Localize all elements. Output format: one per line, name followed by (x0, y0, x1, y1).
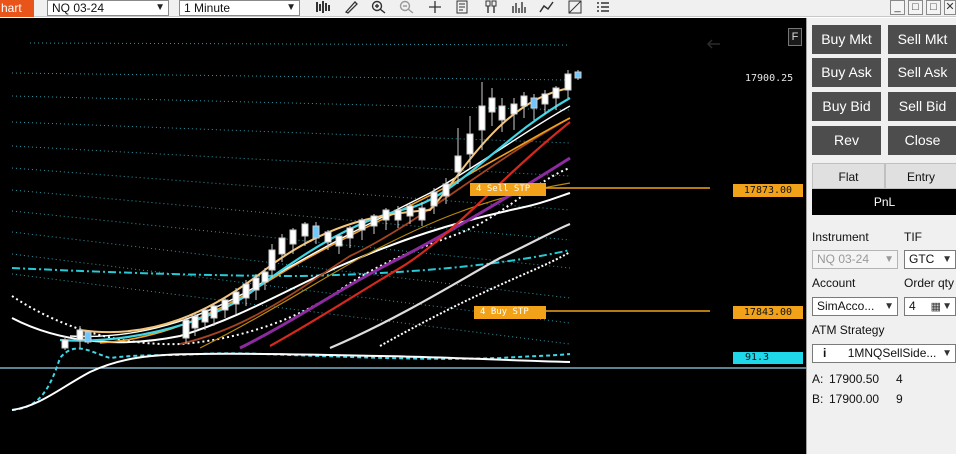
indicators-icon[interactable] (509, 0, 529, 16)
position-entry: Entry (885, 163, 956, 189)
ask-label: A: (812, 372, 824, 386)
price-chart[interactable]: F 17900.25 4 Sell STP 17873.00 4 Buy STP… (0, 18, 806, 454)
chevron-down-icon: ▼ (884, 254, 894, 265)
buy-mkt-button[interactable]: Buy Mkt (812, 25, 881, 54)
order-qty-label: Order qty (904, 276, 955, 290)
ask-size: 4 (896, 372, 903, 386)
bid-price: 17900.00 (829, 392, 880, 406)
tif-select-value: GTC (909, 252, 935, 266)
bid-size: 9 (896, 392, 903, 406)
indicator-value-tag: 91.3 (733, 352, 803, 364)
sell-stop-order-tag[interactable]: 4 Sell STP (470, 183, 546, 196)
chart-style-icon[interactable] (537, 0, 557, 16)
interval-selector[interactable]: 1 Minute ▼ (179, 0, 300, 16)
chart-canvas (0, 39, 806, 411)
instrument-selector[interactable]: NQ 03-24 ▼ (47, 0, 169, 16)
sell-ask-button[interactable]: Sell Ask (888, 58, 956, 87)
minimize-icon[interactable]: _ (890, 0, 905, 15)
last-price-label: 17900.25 (745, 73, 794, 84)
tif-label: TIF (904, 230, 922, 244)
zoom-out-icon[interactable] (397, 0, 417, 16)
crosshair-icon[interactable] (425, 0, 445, 16)
chevron-down-icon: ▼ (286, 2, 296, 13)
chevron-down-icon: ▼ (155, 2, 165, 13)
chevron-down-icon: ▼ (942, 348, 952, 359)
atm-strategy-value: 1MNQSellSide... (847, 346, 937, 360)
close-button[interactable]: Close (888, 126, 956, 155)
rev-button[interactable]: Rev (812, 126, 881, 155)
account-label: Account (812, 276, 856, 290)
list-icon[interactable] (593, 0, 613, 16)
instrument-selector-value: NQ 03-24 (52, 1, 105, 15)
restore-icon[interactable]: □ (926, 0, 941, 15)
account-select-value: SimAcco... (817, 299, 875, 313)
atm-strategy-label: ATM Strategy (812, 323, 885, 337)
buy-ask-button[interactable]: Buy Ask (812, 58, 881, 87)
chevron-down-icon: ▼ (942, 254, 952, 265)
sell-mkt-button[interactable]: Sell Mkt (888, 25, 956, 54)
position-flat: Flat (812, 163, 885, 189)
strategies-icon[interactable] (481, 0, 501, 16)
sell-bid-button[interactable]: Sell Bid (888, 92, 956, 121)
chart-tab[interactable]: hart (0, 0, 34, 17)
sell-stop-price-tag[interactable]: 17873.00 (733, 184, 803, 197)
templates-icon[interactable] (565, 0, 585, 16)
info-icon[interactable]: i (823, 346, 826, 360)
instrument-field: NQ 03-24 ▼ (812, 250, 898, 269)
order-qty-value: 4 (909, 299, 916, 313)
bar-type-icon[interactable] (313, 0, 333, 16)
buy-bid-button[interactable]: Buy Bid (812, 92, 881, 121)
account-select[interactable]: SimAcco... ▼ (812, 297, 898, 316)
calculator-icon[interactable]: ▦ (931, 299, 941, 315)
ask-price: 17900.50 (829, 372, 880, 386)
tif-select[interactable]: GTC ▼ (904, 250, 956, 269)
chevron-down-icon: ▼ (884, 301, 894, 312)
buy-stop-price-tag[interactable]: 17843.00 (733, 306, 803, 319)
chart-trader-panel: Buy Mkt Sell Mkt Buy Ask Sell Ask Buy Bi… (806, 18, 956, 454)
maximize-icon[interactable]: □ (908, 0, 923, 15)
bid-label: B: (812, 392, 824, 406)
instrument-field-value: NQ 03-24 (817, 252, 870, 266)
chart-f-button[interactable]: F (788, 28, 802, 46)
properties-icon[interactable] (453, 0, 473, 16)
pencil-icon[interactable] (341, 0, 361, 16)
order-qty-input[interactable]: 4 ▦ ▼ (904, 297, 956, 316)
atm-strategy-select[interactable]: i 1MNQSellSide... ▼ (812, 344, 956, 363)
zoom-in-icon[interactable] (369, 0, 389, 16)
pnl-display: PnL (812, 189, 956, 215)
instrument-label: Instrument (812, 230, 869, 244)
buy-stop-order-tag[interactable]: 4 Buy STP (474, 306, 546, 319)
close-icon[interactable]: ✕ (944, 0, 956, 15)
interval-selector-value: 1 Minute (184, 1, 231, 15)
chevron-down-icon[interactable]: ▼ (942, 298, 952, 315)
chart-toolbar: hart NQ 03-24 ▼ 1 Minute ▼ _ □ □ ✕ (0, 0, 956, 17)
